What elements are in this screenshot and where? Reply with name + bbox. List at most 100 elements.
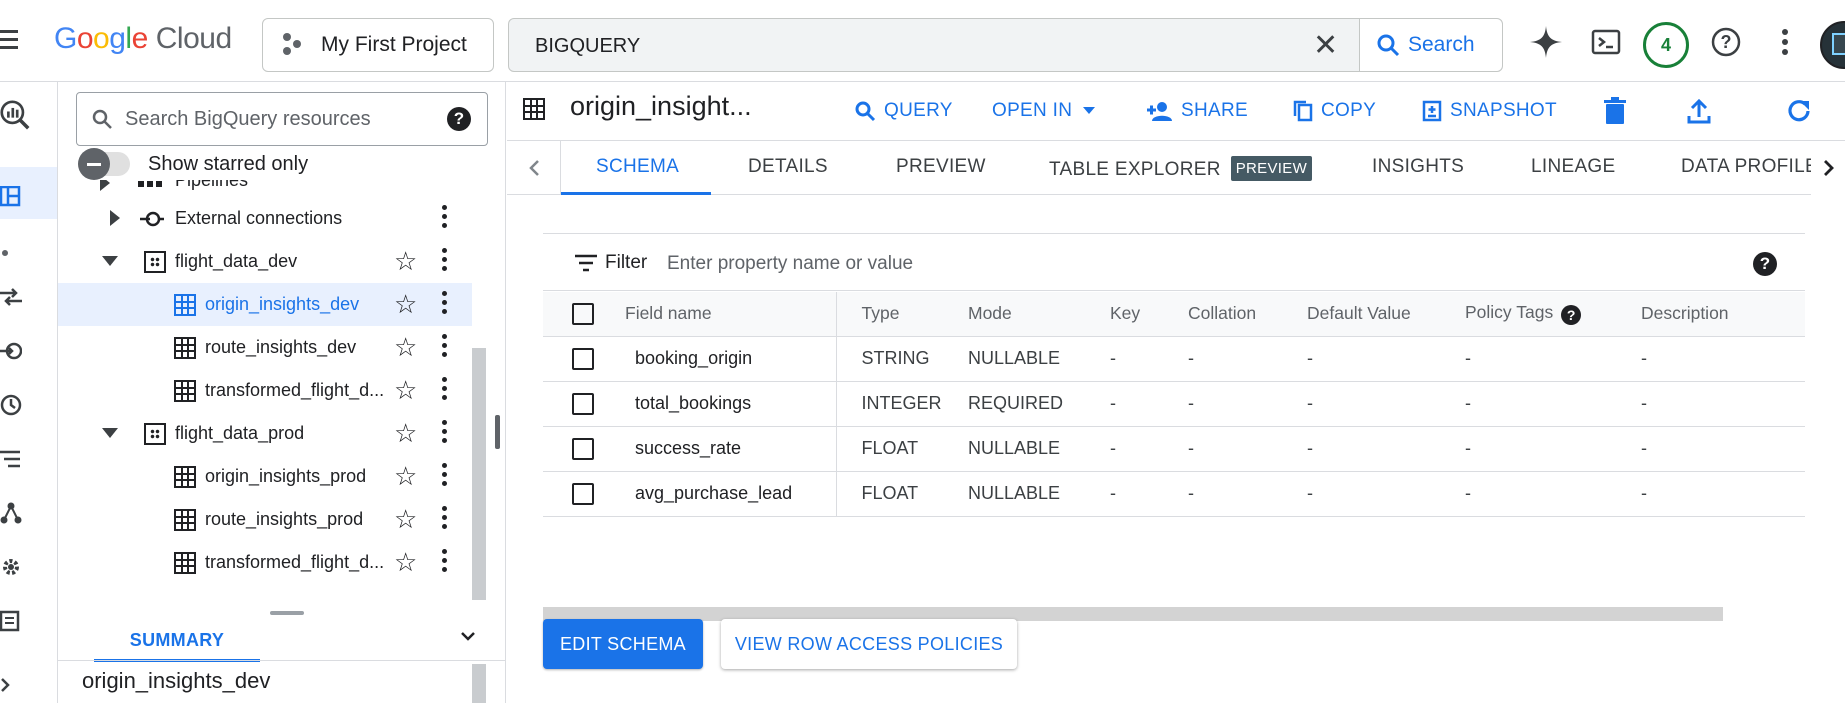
starred-only-toggle[interactable]: [78, 148, 130, 180]
table-horizontal-scrollbar[interactable]: [543, 607, 1723, 621]
star-icon[interactable]: ☆: [394, 420, 417, 446]
tab-preview[interactable]: PREVIEW: [896, 156, 986, 178]
refresh-icon[interactable]: [1785, 94, 1821, 128]
filter-button[interactable]: Filter: [575, 252, 647, 274]
chevron-down-icon[interactable]: [460, 628, 476, 644]
help-icon[interactable]: ?: [1753, 252, 1777, 276]
help-icon[interactable]: ?: [447, 107, 471, 131]
column-header-type[interactable]: Type: [836, 292, 962, 337]
tree-item-origin-insights-prod[interactable]: origin_insights_prod ☆: [58, 455, 472, 498]
tree-item-flight-data-dev[interactable]: flight_data_dev ☆: [58, 240, 472, 283]
dot-icon[interactable]: [0, 238, 30, 268]
bigquery-studio-icon[interactable]: [0, 100, 30, 130]
query-button[interactable]: QUERY: [854, 94, 953, 128]
project-picker-button[interactable]: My First Project: [262, 18, 494, 72]
notifications-badge[interactable]: 4: [1643, 22, 1689, 68]
history-icon[interactable]: [0, 390, 30, 420]
tab-table-explorer[interactable]: TABLE EXPLORER PREVIEW: [1049, 156, 1313, 181]
column-header-collation[interactable]: Collation: [1182, 292, 1301, 337]
summary-resize-handle[interactable]: [270, 611, 304, 615]
gemini-spark-icon[interactable]: [1529, 25, 1563, 59]
more-vert-icon[interactable]: [442, 549, 448, 575]
search-button[interactable]: Search: [1359, 19, 1502, 71]
more-vert-icon[interactable]: [1768, 25, 1802, 59]
resource-search-input[interactable]: Search BigQuery resources: [125, 108, 371, 131]
star-icon[interactable]: ☆: [394, 549, 417, 575]
tree-item-route-insights-dev[interactable]: route_insights_dev ☆: [58, 326, 472, 369]
list-filter-icon[interactable]: [0, 444, 30, 474]
copy-button[interactable]: COPY: [1293, 94, 1376, 128]
lineage-graph-icon[interactable]: [0, 498, 30, 528]
resource-search-field[interactable]: Search BigQuery resources ?: [76, 92, 488, 146]
expand-arrow-icon[interactable]: [100, 180, 110, 191]
delete-icon[interactable]: [1603, 94, 1635, 128]
tab-schema[interactable]: SCHEMA: [596, 156, 679, 178]
star-icon[interactable]: ☆: [394, 334, 417, 360]
tab-scroll-left[interactable]: [507, 141, 561, 195]
more-vert-icon[interactable]: [442, 506, 448, 532]
tab-summary[interactable]: SUMMARY: [94, 622, 260, 662]
help-icon[interactable]: ?: [1709, 25, 1743, 59]
tree-scrollbar[interactable]: [472, 348, 486, 600]
tab-lineage[interactable]: LINEAGE: [1531, 156, 1615, 178]
share-button[interactable]: SHARE: [1147, 94, 1248, 128]
tab-data-profile[interactable]: DATA PROFILE: [1681, 156, 1818, 178]
row-checkbox[interactable]: [572, 437, 594, 460]
collapse-arrow-icon[interactable]: [102, 428, 118, 438]
tab-scroll-right[interactable]: [1811, 141, 1845, 195]
google-cloud-logo[interactable]: Google Cloud: [54, 22, 232, 56]
star-icon[interactable]: ☆: [394, 506, 417, 532]
tree-item-transformed-flight-prod[interactable]: transformed_flight_d... ☆: [58, 541, 472, 584]
star-icon[interactable]: ☆: [394, 291, 417, 317]
row-checkbox[interactable]: [572, 347, 594, 370]
export-icon[interactable]: [1687, 94, 1719, 128]
more-vert-icon[interactable]: [442, 334, 448, 360]
row-checkbox[interactable]: [572, 392, 594, 415]
star-icon[interactable]: ☆: [394, 377, 417, 403]
more-vert-icon[interactable]: [442, 377, 448, 403]
column-header-default-value[interactable]: Default Value: [1301, 292, 1457, 337]
more-vert-icon[interactable]: [442, 291, 448, 317]
release-notes-icon[interactable]: [0, 606, 30, 636]
snapshot-button[interactable]: SNAPSHOT: [1422, 94, 1557, 128]
summary-scrollbar[interactable]: [472, 664, 486, 703]
column-header-field-name[interactable]: Field name: [620, 292, 837, 337]
collapse-arrow-icon[interactable]: [102, 256, 118, 266]
row-checkbox[interactable]: [572, 482, 594, 505]
pipelines-icon[interactable]: [0, 336, 30, 366]
transfers-icon[interactable]: [0, 282, 30, 312]
more-vert-icon[interactable]: [442, 248, 448, 274]
tree-item-transformed-flight-dev[interactable]: transformed_flight_d... ☆: [58, 369, 472, 412]
star-icon[interactable]: ☆: [394, 248, 417, 274]
column-header-mode[interactable]: Mode: [962, 292, 1104, 337]
more-vert-icon[interactable]: [442, 420, 448, 446]
column-header-policy-tags[interactable]: Policy Tags?: [1457, 292, 1637, 337]
help-icon[interactable]: ?: [1561, 305, 1582, 326]
more-vert-icon[interactable]: [442, 463, 448, 489]
column-header-description[interactable]: Description: [1637, 292, 1805, 337]
column-header-key[interactable]: Key: [1104, 292, 1182, 337]
tree-item-flight-data-prod[interactable]: flight_data_prod ☆: [58, 412, 472, 455]
filter-input[interactable]: Enter property name or value: [667, 253, 913, 275]
edit-schema-button[interactable]: EDIT SCHEMA: [543, 619, 703, 669]
panel-resize-handle[interactable]: [495, 415, 500, 449]
clear-search-icon[interactable]: ✕: [1313, 31, 1338, 61]
tab-insights[interactable]: INSIGHTS: [1372, 156, 1464, 178]
menu-icon[interactable]: [0, 30, 18, 52]
star-icon[interactable]: ☆: [394, 463, 417, 489]
tab-details[interactable]: DETAILS: [748, 156, 828, 178]
avatar[interactable]: [1820, 21, 1845, 69]
view-row-access-policies-button[interactable]: VIEW ROW ACCESS POLICIES: [721, 619, 1017, 669]
settings-gear-icon[interactable]: [0, 552, 30, 582]
tree-item-external-connections[interactable]: External connections: [58, 197, 472, 240]
open-in-button[interactable]: OPEN IN: [992, 94, 1104, 128]
tree-item-route-insights-prod[interactable]: route_insights_prod ☆: [58, 498, 472, 541]
more-vert-icon[interactable]: [442, 205, 448, 231]
expand-arrow-icon[interactable]: [110, 210, 120, 226]
expand-rail-icon[interactable]: [0, 670, 30, 700]
search-input[interactable]: BIGQUERY: [535, 35, 640, 58]
tree-item-origin-insights-dev[interactable]: origin_insights_dev ☆: [58, 283, 472, 326]
explorer-icon[interactable]: [0, 182, 30, 212]
select-all-checkbox[interactable]: [572, 302, 594, 325]
cloud-shell-icon[interactable]: [1589, 25, 1623, 59]
